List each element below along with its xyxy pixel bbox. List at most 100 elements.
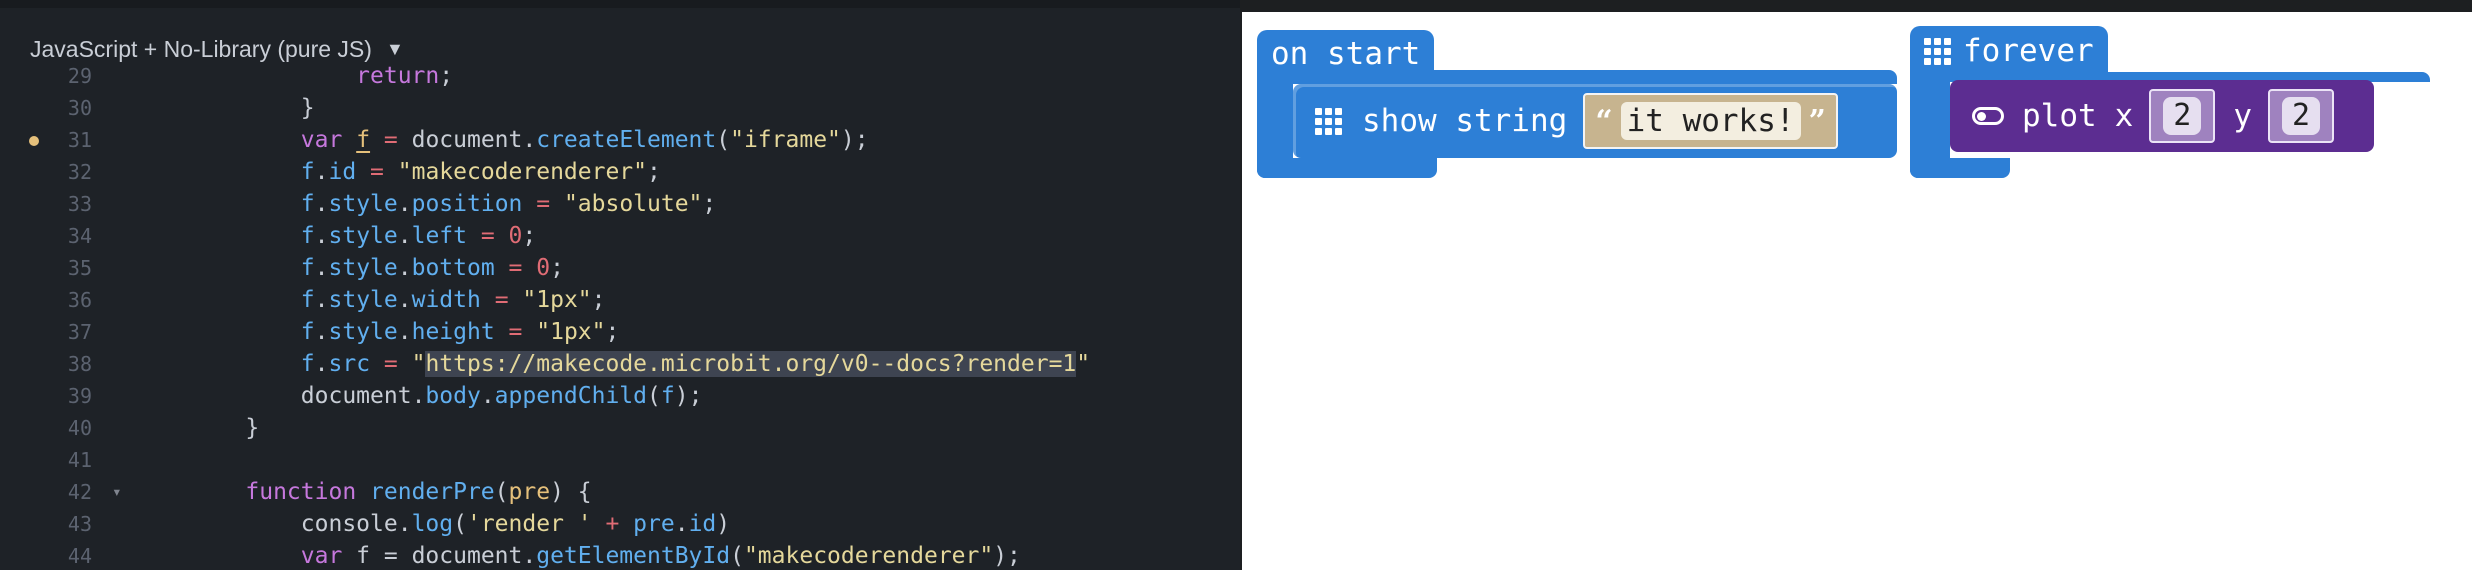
forever-hat[interactable]: forever <box>1910 26 2108 76</box>
code-line-text[interactable]: var f = document.createElement("iframe")… <box>190 124 869 156</box>
code-token: . <box>397 191 412 217</box>
code-token: = <box>494 255 537 281</box>
code-token: style <box>328 319 398 345</box>
y-value-slot[interactable]: 2 <box>2268 89 2334 143</box>
code-line-text[interactable]: f.style.left = 0; <box>190 220 536 252</box>
code-token: "1px" <box>536 319 606 345</box>
string-value-input[interactable]: it works! <box>1620 102 1801 140</box>
code-token: log <box>411 511 454 537</box>
code-line-text[interactable]: f.style.height = "1px"; <box>190 316 620 348</box>
x-label: x <box>2114 98 2134 134</box>
code-line-text[interactable]: document.body.appendChild(f); <box>190 380 703 412</box>
code-editor-pane[interactable]: JavaScript + No-Library (pure JS) ▼ 29 r… <box>0 0 1240 570</box>
line-number: 36 <box>67 288 92 312</box>
code-line-text[interactable]: } <box>190 412 259 444</box>
code-token: height <box>411 319 495 345</box>
code-token: } <box>190 95 315 121</box>
code-area[interactable]: 29 return; 30 } 31 var f = document.create… <box>0 63 1240 570</box>
code-line-text[interactable]: console.log('render ' + pre.id) <box>190 508 730 540</box>
code-token: document <box>411 127 523 153</box>
fold-arrow-icon[interactable]: ▾ <box>112 476 122 508</box>
code-token: document <box>411 543 523 569</box>
code-token: "makecoderenderer" <box>743 543 994 569</box>
code-token: . <box>314 191 329 217</box>
code-token: ; <box>647 159 661 185</box>
code-line-text[interactable]: f.style.bottom = 0; <box>190 252 564 284</box>
code-line[interactable]: 39 document.body.appendChild(f); <box>0 380 1240 412</box>
code-token: position <box>411 191 523 217</box>
code-token: pre <box>633 511 675 537</box>
code-line-text[interactable]: var f = document.getElementById("makecod… <box>190 540 1021 570</box>
y-value-input[interactable]: 2 <box>2282 97 2320 135</box>
line-number: 41 <box>67 448 92 472</box>
code-line[interactable]: 37 f.style.height = "1px"; <box>0 316 1240 348</box>
code-token: pre <box>508 479 551 505</box>
on-start-c-top <box>1257 70 1897 84</box>
show-string-block[interactable]: show string “ it works! ” <box>1293 84 1897 158</box>
code-token: ( <box>647 383 661 409</box>
code-line[interactable]: 31 var f = document.createElement("ifram… <box>0 124 1240 156</box>
code-line[interactable]: 29 return; <box>0 60 1240 92</box>
code-line[interactable]: 43 console.log('render ' + pre.id) <box>0 508 1240 540</box>
code-token: createElement <box>536 127 717 153</box>
code-line-text[interactable]: function renderPre(pre) { <box>190 476 591 508</box>
code-token: . <box>522 127 537 153</box>
open-quote-icon: “ <box>1595 103 1613 139</box>
code-token: ( <box>716 127 731 153</box>
code-token: getElementById <box>536 543 731 569</box>
code-token: width <box>411 287 481 313</box>
chevron-down-icon[interactable]: ▼ <box>386 39 404 60</box>
code-line[interactable]: 34 f.style.left = 0; <box>0 220 1240 252</box>
code-line[interactable]: 35 f.style.bottom = 0; <box>0 252 1240 284</box>
code-token: . <box>314 287 329 313</box>
code-line-text[interactable]: f.id = "makecoderenderer"; <box>190 156 661 188</box>
line-number: 34 <box>67 224 92 248</box>
code-token: ( <box>453 511 467 537</box>
code-token: left <box>411 223 467 249</box>
code-line[interactable]: 44 var f = document.getElementById("make… <box>0 540 1240 570</box>
code-line[interactable]: 30 } <box>0 92 1240 124</box>
plot-xy-block[interactable]: plot x 2 y 2 <box>1950 80 2374 152</box>
code-token: ); <box>840 127 869 153</box>
code-token: = <box>494 319 537 345</box>
code-line-text[interactable]: f.style.width = "1px"; <box>190 284 606 316</box>
code-line[interactable]: 32 f.id = "makecoderenderer"; <box>0 156 1240 188</box>
code-token: . <box>397 319 412 345</box>
code-token: style <box>328 191 398 217</box>
code-line[interactable]: 33 f.style.position = "absolute"; <box>0 188 1240 220</box>
code-line-text[interactable]: } <box>190 92 315 124</box>
code-token: f <box>300 351 315 377</box>
code-token: ) <box>716 511 731 537</box>
code-token: . <box>397 255 412 281</box>
string-slot[interactable]: “ it works! ” <box>1583 93 1838 149</box>
x-value-slot[interactable]: 2 <box>2149 89 2216 143</box>
code-line[interactable]: 42 ▾ function renderPre(pre) { <box>0 476 1240 508</box>
code-line[interactable]: 36 f.style.width = "1px"; <box>0 284 1240 316</box>
code-line-text[interactable]: return; <box>190 60 453 92</box>
line-number: 38 <box>67 352 92 376</box>
code-token: + <box>591 511 634 537</box>
code-line-text[interactable]: f.src = "https://makecode.microbit.org/v… <box>190 348 1090 380</box>
x-value-input[interactable]: 2 <box>2163 97 2202 135</box>
code-line[interactable]: 40 } <box>0 412 1240 444</box>
code-line[interactable]: 41 <box>0 444 1240 476</box>
code-token: . <box>314 159 329 185</box>
code-token: . <box>314 319 329 345</box>
render-output-pane: on start show string “ it works! ” forev… <box>1242 0 2472 570</box>
code-token: bottom <box>411 255 495 281</box>
code-line-text[interactable]: f.style.position = "absolute"; <box>190 188 717 220</box>
code-token: = <box>356 159 398 185</box>
code-token: f <box>300 223 315 249</box>
forever-c-bottom <box>1910 158 2010 178</box>
code-token: . <box>314 351 329 377</box>
code-token: f <box>356 127 371 153</box>
code-token: "makecoderenderer" <box>397 159 647 185</box>
code-token: " <box>411 351 426 377</box>
code-line[interactable]: 38 f.src = "https://makecode.microbit.or… <box>0 348 1240 380</box>
